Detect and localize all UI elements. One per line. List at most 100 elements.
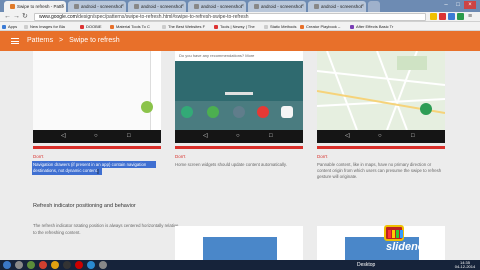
watermark-text: slidenerd	[386, 241, 435, 253]
desktop-label[interactable]: Desktop	[357, 262, 375, 268]
clock[interactable]: 14:35 04-12-2014	[452, 261, 478, 269]
bookmark-item[interactable]: Material Tools To C	[110, 23, 150, 30]
extension-icon[interactable]	[448, 13, 455, 20]
favicon-icon	[10, 4, 15, 10]
close-icon[interactable]: ×	[241, 1, 244, 12]
breadcrumb: Patterns > Swipe to refresh	[27, 31, 120, 51]
text-cursor-icon: I	[97, 169, 99, 176]
bookmark-item[interactable]: Tools | Newsy | The	[214, 23, 255, 30]
dont-label: Don't	[175, 154, 186, 159]
extension-icon[interactable]	[439, 13, 446, 20]
page-indicator	[225, 92, 253, 95]
recents-nav-icon: □	[269, 133, 273, 139]
chrome-icon	[257, 106, 269, 118]
close-icon[interactable]: ×	[121, 1, 124, 12]
close-window-icon[interactable]: ×	[464, 1, 476, 9]
reload-icon[interactable]: ↻	[22, 13, 28, 21]
home-nav-icon: ○	[378, 133, 382, 139]
new-tab-button[interactable]	[368, 1, 380, 12]
minimize-icon[interactable]: –	[440, 1, 452, 9]
tab-label: android - screenshot	[141, 4, 183, 9]
back-nav-icon: ◁	[61, 133, 66, 139]
map-image	[317, 51, 445, 130]
url-path: /design/spec/patterns/swipe-to-refresh.h…	[76, 14, 249, 20]
refresh-example-card	[175, 226, 303, 260]
recents-nav-icon: □	[411, 133, 415, 139]
dont-indicator-bar	[33, 146, 161, 149]
close-icon[interactable]: ×	[361, 1, 364, 12]
dont-indicator-bar	[317, 146, 445, 149]
close-icon[interactable]: ×	[181, 1, 184, 12]
hamburger-menu-icon[interactable]	[11, 38, 19, 44]
bookmark-item[interactable]: Static Methods	[264, 23, 296, 30]
tab-screenshot-4[interactable]: android - screenshot ×	[248, 1, 306, 12]
directions-fab-icon	[420, 103, 432, 115]
maximize-icon[interactable]: □	[452, 1, 464, 9]
section-heading: Refresh indicator positioning and behavi…	[33, 203, 136, 209]
url-domain: www.google.com	[39, 14, 77, 20]
wallpaper-top	[175, 61, 303, 101]
app-icon[interactable]	[75, 261, 83, 269]
section-body: The refresh indicator rotating position …	[33, 223, 179, 235]
example-caption: Home screen widgets should update conten…	[175, 162, 287, 167]
app-icon[interactable]	[99, 261, 107, 269]
android-nav-bar: ◁ ○ □	[317, 130, 445, 143]
dont-label: Don't	[317, 154, 328, 159]
tab-label: Swipe to refresh - Patte	[17, 4, 65, 9]
tab-label: android - screenshot	[321, 4, 363, 9]
favicon-icon	[254, 4, 259, 10]
widget-text: Do you have any recommendations? More	[179, 53, 255, 58]
start-button-icon[interactable]	[3, 261, 11, 269]
back-icon[interactable]: ←	[4, 13, 11, 21]
breadcrumb-separator: >	[59, 37, 64, 44]
page-header: Patterns > Swipe to refresh	[0, 31, 480, 51]
app-icon[interactable]	[87, 261, 95, 269]
close-icon[interactable]: ×	[61, 1, 64, 12]
bookmark-item[interactable]: The Best Websites F	[162, 23, 205, 30]
tab-label: android - screenshot	[81, 4, 123, 9]
taskbar: Desktop 14:35 04-12-2014	[0, 260, 480, 270]
menu-icon[interactable]: ≡	[468, 13, 472, 21]
home-nav-icon: ○	[94, 133, 98, 139]
bookmark-item[interactable]: After Effects Basic Tr	[350, 23, 393, 30]
breadcrumb-section[interactable]: Patterns	[27, 37, 53, 44]
fab-icon	[141, 101, 153, 113]
tab-screenshot-2[interactable]: android - screenshot ×	[128, 1, 186, 12]
close-icon[interactable]: ×	[301, 1, 304, 12]
tab-screenshot-3[interactable]: android - screenshot ×	[188, 1, 246, 12]
browser-toolbar: ← → ↻ www.google.com/design/spec/pattern…	[0, 12, 480, 22]
favicon-icon	[194, 4, 199, 10]
chrome-taskbar-icon[interactable]	[51, 261, 59, 269]
favicon-icon	[74, 4, 79, 10]
star-icon[interactable]	[430, 13, 437, 20]
recents-nav-icon: □	[127, 133, 131, 139]
address-bar[interactable]: www.google.com/design/spec/patterns/swip…	[34, 13, 426, 21]
tab-screenshot-1[interactable]: android - screenshot ×	[68, 1, 126, 12]
phone-screen-image	[203, 237, 277, 260]
bookmark-item[interactable]: New Images for Bla	[24, 23, 65, 30]
android-app-icon	[207, 106, 219, 118]
android-nav-bar: ◁ ○ □	[33, 130, 161, 143]
favicon-icon	[134, 4, 139, 10]
dont-label: Don't	[33, 154, 44, 159]
bookmark-apps[interactable]: Apps	[2, 23, 17, 30]
tab-swipe-to-refresh[interactable]: Swipe to refresh - Patte ×	[4, 1, 66, 12]
bookmark-item[interactable]: DOOBIE	[80, 23, 102, 30]
android-nav-bar: ◁ ○ □	[175, 130, 303, 143]
favicon-icon	[314, 4, 319, 10]
page-title: Swipe to refresh	[69, 37, 120, 44]
forward-icon[interactable]: →	[13, 13, 20, 21]
app-icon[interactable]	[63, 261, 71, 269]
app-icon[interactable]	[39, 261, 47, 269]
slidenerd-logo: slidenerd	[384, 225, 476, 259]
phone-app-icon	[181, 106, 193, 118]
home-nav-icon: ○	[236, 133, 240, 139]
extension-icon[interactable]	[457, 13, 464, 20]
example-card-homescreen: Do you have any recommendations? More ◁ …	[175, 51, 303, 143]
explorer-icon[interactable]	[15, 261, 23, 269]
example-card-map: ◁ ○ □	[317, 51, 445, 143]
app-icon[interactable]	[27, 261, 35, 269]
clock-date: 04-12-2014	[454, 264, 476, 269]
tab-screenshot-5[interactable]: android - screenshot ×	[308, 1, 366, 12]
bookmark-item[interactable]: Creator Playbook –	[300, 23, 340, 30]
